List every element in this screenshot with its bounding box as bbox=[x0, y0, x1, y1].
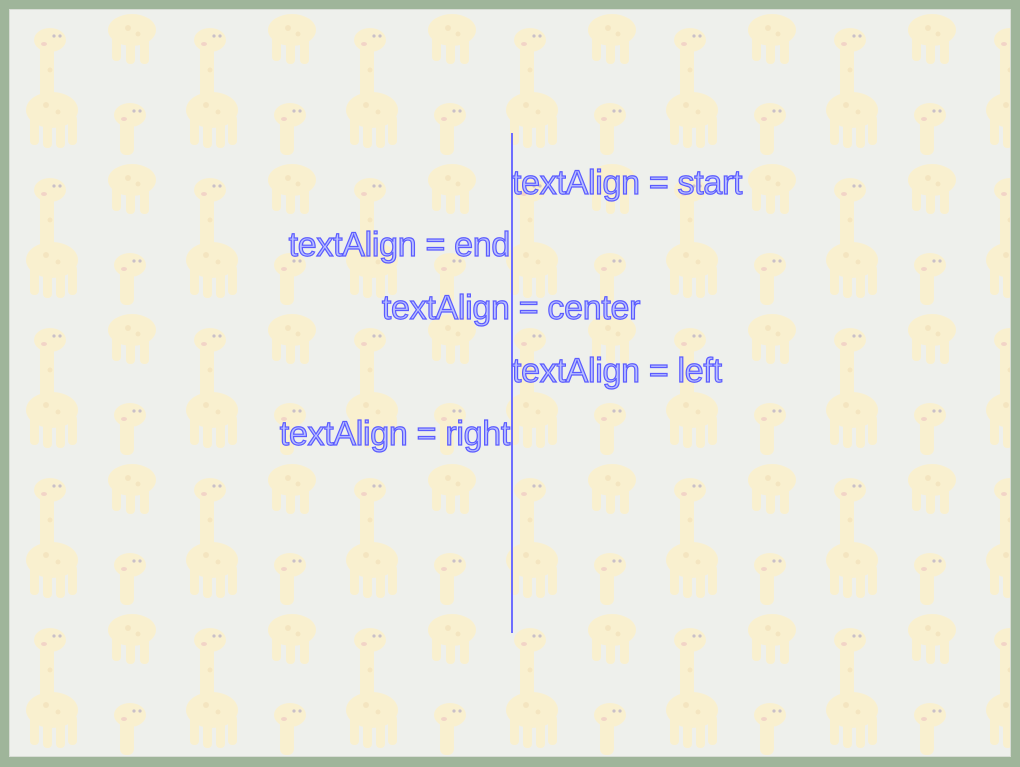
text-align-center-label: textAlign = center bbox=[381, 289, 641, 327]
text-align-end-label: textAlign = end bbox=[288, 226, 511, 264]
canvas: textAlign = start textAlign = end textAl… bbox=[9, 9, 1011, 757]
giraffe-background-pattern bbox=[10, 10, 1010, 756]
text-align-start-label: textAlign = start bbox=[511, 164, 743, 202]
text-align-right-label: textAlign = right bbox=[279, 415, 511, 453]
page-border: textAlign = start textAlign = end textAl… bbox=[0, 0, 1020, 767]
text-align-left-label: textAlign = left bbox=[511, 352, 722, 390]
